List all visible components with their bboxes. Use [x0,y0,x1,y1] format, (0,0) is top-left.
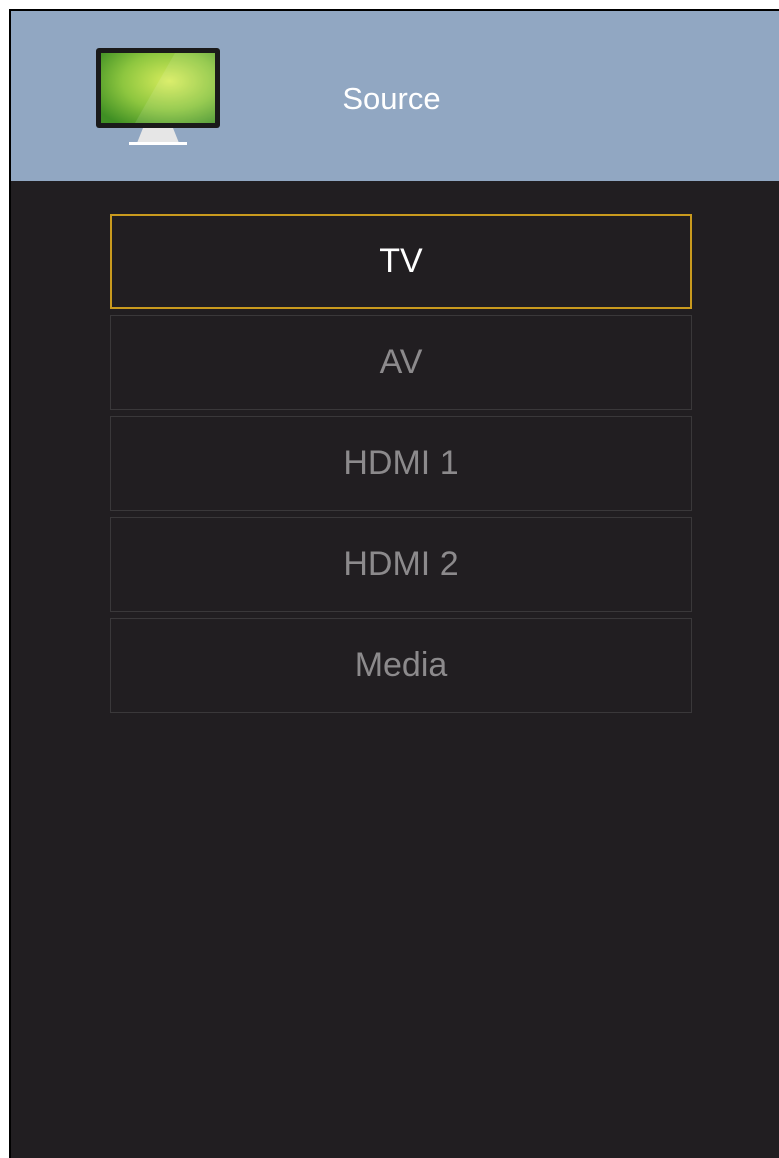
source-item-hdmi-1[interactable]: HDMI 1 [110,416,692,511]
source-item-label: HDMI 1 [343,444,459,482]
source-item-tv[interactable]: TV [110,214,692,309]
source-item-label: HDMI 2 [343,545,459,583]
source-panel: Source TV AV HDMI 1 HDMI 2 Media [9,9,779,1158]
page-title: Source [342,81,441,116]
source-item-label: AV [379,343,423,381]
source-item-av[interactable]: AV [110,315,692,410]
source-item-media[interactable]: Media [110,618,692,713]
source-menu: TV AV HDMI 1 HDMI 2 Media [110,214,692,719]
source-item-label: TV [379,242,423,280]
source-item-label: Media [354,646,448,684]
source-item-hdmi-2[interactable]: HDMI 2 [110,517,692,612]
